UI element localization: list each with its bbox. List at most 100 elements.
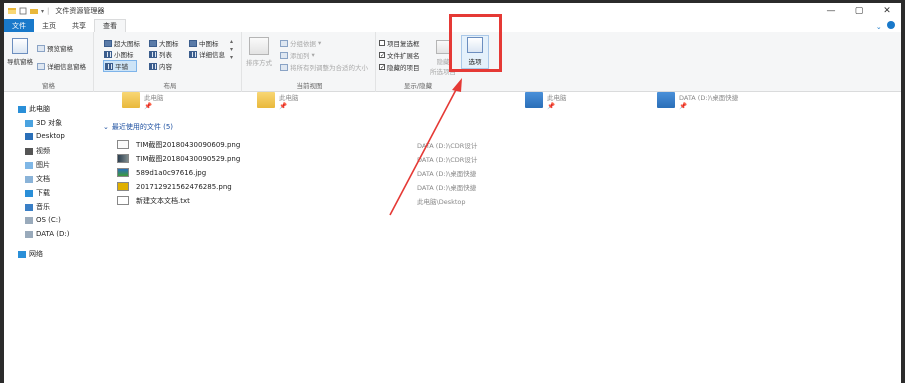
item-checkboxes-toggle[interactable]: 项目复选框 [379, 38, 420, 48]
recent-file-row[interactable]: 20171292156247628​5.png DATA (D:)\桌面快捷 [117, 180, 517, 193]
group-by-button[interactable]: 分组依据 ▾ [280, 38, 321, 48]
recent-file-row[interactable]: TIM截图20180430090609.png DATA (D:)\CDR设计 [117, 138, 517, 151]
3d-objects-icon [25, 119, 33, 127]
image-thumbnail-icon [117, 154, 129, 163]
network-icon [18, 250, 26, 258]
nav-item-label: OS (C:) [36, 216, 61, 224]
recent-files-header[interactable]: ⌄ 最近使用的文件 (5) [103, 122, 173, 132]
item-checkboxes-checkbox[interactable] [379, 40, 385, 46]
layout-content[interactable]: 内容 [149, 61, 172, 71]
file-extensions-checkbox[interactable]: ✓ [379, 52, 385, 59]
tab-home[interactable]: 主页 [34, 19, 64, 32]
title-separator: | [47, 7, 50, 15]
nav-pane-button[interactable]: 导航窗格 [7, 38, 33, 66]
properties-icon[interactable] [19, 7, 27, 15]
nav-item-this-pc[interactable]: 此电脑 [18, 104, 50, 114]
hidden-items-checkbox[interactable]: ✓ [379, 64, 385, 71]
layout-list[interactable]: 列表 [149, 49, 172, 59]
nav-pane-icon [12, 38, 28, 54]
group-label-panes: 窗格 [42, 82, 55, 90]
nav-item-3d-objects[interactable]: 3D 对象 [25, 118, 62, 128]
nav-item-desktop[interactable]: Desktop [25, 132, 65, 140]
hidden-items-toggle[interactable]: ✓ 隐藏的项目 [379, 62, 420, 72]
preview-pane-button[interactable]: 预览窗格 [37, 43, 73, 53]
help-icon[interactable] [887, 21, 895, 29]
close-button[interactable]: ✕ [873, 3, 901, 19]
layout-content-label: 内容 [159, 63, 172, 71]
preview-pane-label: 预览窗格 [47, 45, 73, 53]
pin-icon: 📌 [679, 102, 688, 110]
folder-icon [657, 92, 675, 108]
annotation-highlight-box [449, 14, 502, 72]
layout-list-label: 列表 [159, 51, 172, 59]
minimize-button[interactable]: — [817, 3, 845, 19]
layout-extra-large-label: 超大图标 [114, 40, 140, 48]
expand-ribbon-icon[interactable]: ⌄ [876, 23, 882, 31]
fit-columns-button[interactable]: 将所有列调整为合适的大小 [280, 62, 368, 72]
list-icon [149, 50, 157, 58]
recent-file-row[interactable]: 589d1a0c97616.jpg DATA (D:)\桌面快捷 [117, 166, 517, 179]
nav-item-data-d[interactable]: DATA (D:) [25, 230, 69, 238]
quick-access-item[interactable]: DATA (D:)\桌面快捷 📌 [657, 92, 738, 110]
nav-item-label: 图片 [36, 161, 50, 169]
layout-scroll-arrows[interactable]: ▴ ▾ ▾ [230, 38, 233, 62]
new-folder-icon[interactable] [30, 7, 38, 15]
window-title: 文件资源管理器 [55, 7, 105, 15]
hide-selected-label: 隐藏 [436, 58, 450, 66]
nav-item-network[interactable]: 网络 [18, 249, 43, 259]
layout-small[interactable]: 小图标 [104, 49, 134, 59]
sort-icon [249, 37, 269, 55]
add-columns-dropdown-icon: ▾ [311, 51, 315, 59]
layout-extra-large[interactable]: 超大图标 [104, 38, 140, 48]
recent-file-path: DATA (D:)\CDR设计 [417, 141, 478, 150]
nav-item-downloads[interactable]: 下载 [25, 188, 50, 198]
video-icon [25, 147, 33, 155]
nav-item-label: 视频 [36, 147, 50, 155]
nav-item-videos[interactable]: 视频 [25, 146, 50, 156]
layout-details[interactable]: 详细信息 [189, 49, 225, 59]
layout-details-label: 详细信息 [199, 51, 225, 59]
add-columns-icon [280, 51, 288, 59]
layout-large[interactable]: 大图标 [149, 38, 179, 48]
extra-large-icons-icon [104, 39, 112, 47]
image-thumbnail-icon [117, 168, 129, 177]
recent-file-path: 此电脑\Desktop [417, 197, 466, 206]
nav-item-pictures[interactable]: 图片 [25, 160, 50, 170]
layout-medium[interactable]: 中图标 [189, 38, 219, 48]
recent-file-path: DATA (D:)\桌面快捷 [417, 183, 477, 192]
details-icon [189, 50, 197, 58]
details-pane-button[interactable]: 详细信息窗格 [37, 61, 86, 71]
quick-access-item[interactable]: 此电脑 📌 [122, 92, 164, 110]
sort-by-label: 排序方式 [246, 59, 272, 67]
recent-file-name: 589d1a0c97616.jpg [136, 168, 207, 177]
quick-access-item[interactable]: 此电脑 📌 [525, 92, 567, 110]
recent-file-row[interactable]: 新建文本文档.txt 此电脑\Desktop [117, 194, 517, 207]
qat-dropdown-icon[interactable]: ▾ [41, 8, 44, 15]
group-label-current-view: 当前视图 [296, 82, 323, 90]
file-extensions-toggle[interactable]: ✓ 文件扩展名 [379, 50, 420, 60]
chevron-down-icon: ⌄ [103, 123, 109, 131]
add-columns-button[interactable]: 添加列 ▾ [280, 50, 315, 60]
nav-item-music[interactable]: 音乐 [25, 202, 50, 212]
nav-item-label: 音乐 [36, 203, 50, 211]
tiles-icon [105, 62, 113, 70]
quick-access-item-label: 此电脑 [279, 94, 299, 102]
small-icons-icon [104, 50, 112, 58]
nav-item-os-c[interactable]: OS (C:) [25, 216, 61, 224]
nav-item-documents[interactable]: 文档 [25, 174, 50, 184]
quick-access-item[interactable]: 此电脑 📌 [257, 92, 299, 110]
layout-tiles[interactable]: 平铺 [103, 60, 137, 72]
recent-file-row[interactable]: TIM截图20180430090529.png DATA (D:)\CDR设计 [117, 152, 517, 165]
sort-by-button[interactable]: 排序方式 [246, 37, 272, 67]
preview-pane-icon [37, 44, 45, 52]
music-icon [25, 203, 33, 211]
tab-view[interactable]: 查看 [94, 19, 126, 32]
details-pane-label: 详细信息窗格 [47, 63, 86, 71]
maximize-button[interactable]: ▢ [845, 3, 873, 19]
tab-file[interactable]: 文件 [4, 19, 34, 32]
pin-icon: 📌 [279, 102, 288, 110]
downloads-icon [25, 189, 33, 197]
nav-item-label: 文档 [36, 175, 50, 183]
tab-share[interactable]: 共享 [64, 19, 94, 32]
layout-small-label: 小图标 [114, 51, 134, 59]
